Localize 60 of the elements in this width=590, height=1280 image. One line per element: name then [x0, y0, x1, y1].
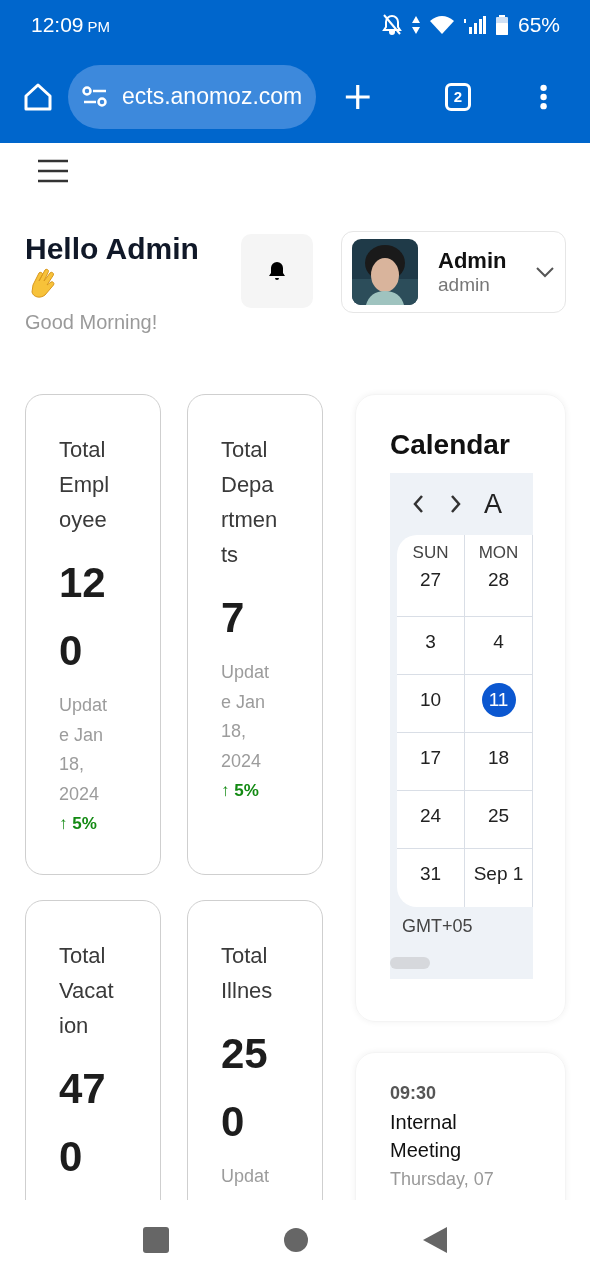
calendar-day[interactable]: 11: [481, 683, 516, 717]
month-title: A: [484, 488, 502, 520]
url-text: ects.anomoz.com: [122, 83, 303, 110]
calendar-day[interactable]: 27: [413, 563, 448, 597]
weekday-label: MON: [478, 543, 519, 563]
stat-updated: Updat: [221, 1165, 271, 1188]
event-title: Internal Meeting: [390, 1110, 463, 1163]
greeting-title: Hello Admin: [25, 231, 200, 267]
calendar-day[interactable]: 28: [481, 563, 516, 597]
calendar-day[interactable]: 10: [413, 683, 448, 717]
stat-title: Total Departments: [221, 436, 279, 569]
event-date: Thursday, 07: [390, 1168, 495, 1190]
calendar-day[interactable]: 31: [413, 857, 448, 891]
wifi-icon: [429, 16, 454, 34]
stat-title: Total Vacation: [59, 942, 115, 1040]
calendar-day[interactable]: Sep 1: [471, 857, 526, 891]
calendar-day[interactable]: 17: [413, 741, 448, 775]
calendar-day[interactable]: 18: [481, 741, 516, 775]
calendar-day[interactable]: 3: [413, 625, 448, 659]
next-month-button[interactable]: [450, 494, 462, 514]
bell-icon: [268, 261, 286, 281]
address-bar[interactable]: ects.anomoz.com: [68, 64, 316, 129]
stat-trend: ↑ 5%: [59, 813, 98, 835]
stat-updated: Update Jan 18, 2024: [59, 694, 109, 806]
status-ampm: PM: [87, 18, 111, 35]
profile-name: Admin: [438, 248, 507, 274]
battery-percent: 65%: [517, 13, 560, 37]
home-button[interactable]: [284, 1228, 308, 1252]
previous-month-button[interactable]: [412, 494, 424, 514]
calendar-day[interactable]: 24: [413, 799, 448, 833]
notification-button[interactable]: [241, 234, 313, 308]
signal-icon: [463, 16, 486, 34]
scrollbar-thumb[interactable]: [390, 957, 430, 969]
status-time: 12:09: [31, 13, 84, 37]
timezone-label: GMT+05: [401, 915, 474, 938]
data-arrows-icon: [411, 16, 420, 34]
weekday-label: SUN: [412, 543, 449, 563]
calendar-title: Calendar: [390, 429, 511, 461]
stat-value: 470: [59, 1064, 107, 1182]
battery-icon: [495, 15, 508, 35]
greeting-subtitle: Good Morning!: [25, 311, 159, 334]
chevron-down-icon: [535, 266, 555, 278]
stat-title: Total Employee: [59, 436, 111, 534]
calendar-day[interactable]: 4: [481, 625, 516, 659]
menu-dots-icon[interactable]: [539, 82, 549, 111]
stat-value: 250: [221, 1029, 269, 1147]
profile-menu[interactable]: Admin admin: [341, 231, 566, 313]
bell-muted-icon: [381, 14, 402, 36]
calendar-day[interactable]: 25: [481, 799, 516, 833]
menu-icon[interactable]: [38, 159, 68, 183]
event-time: 09:30: [390, 1083, 438, 1104]
stat-value: 7: [221, 593, 246, 643]
site-settings-icon[interactable]: [82, 85, 108, 108]
stat-title: Total Illnes: [221, 942, 274, 1005]
stat-updated: Update Jan 18, 2024: [221, 661, 271, 773]
profile-role: admin: [438, 274, 490, 296]
back-button[interactable]: [423, 1227, 447, 1253]
stat-trend: ↑ 5%: [221, 780, 260, 802]
stat-value: 120: [59, 558, 107, 676]
tab-switcher-button[interactable]: 2: [444, 82, 472, 111]
